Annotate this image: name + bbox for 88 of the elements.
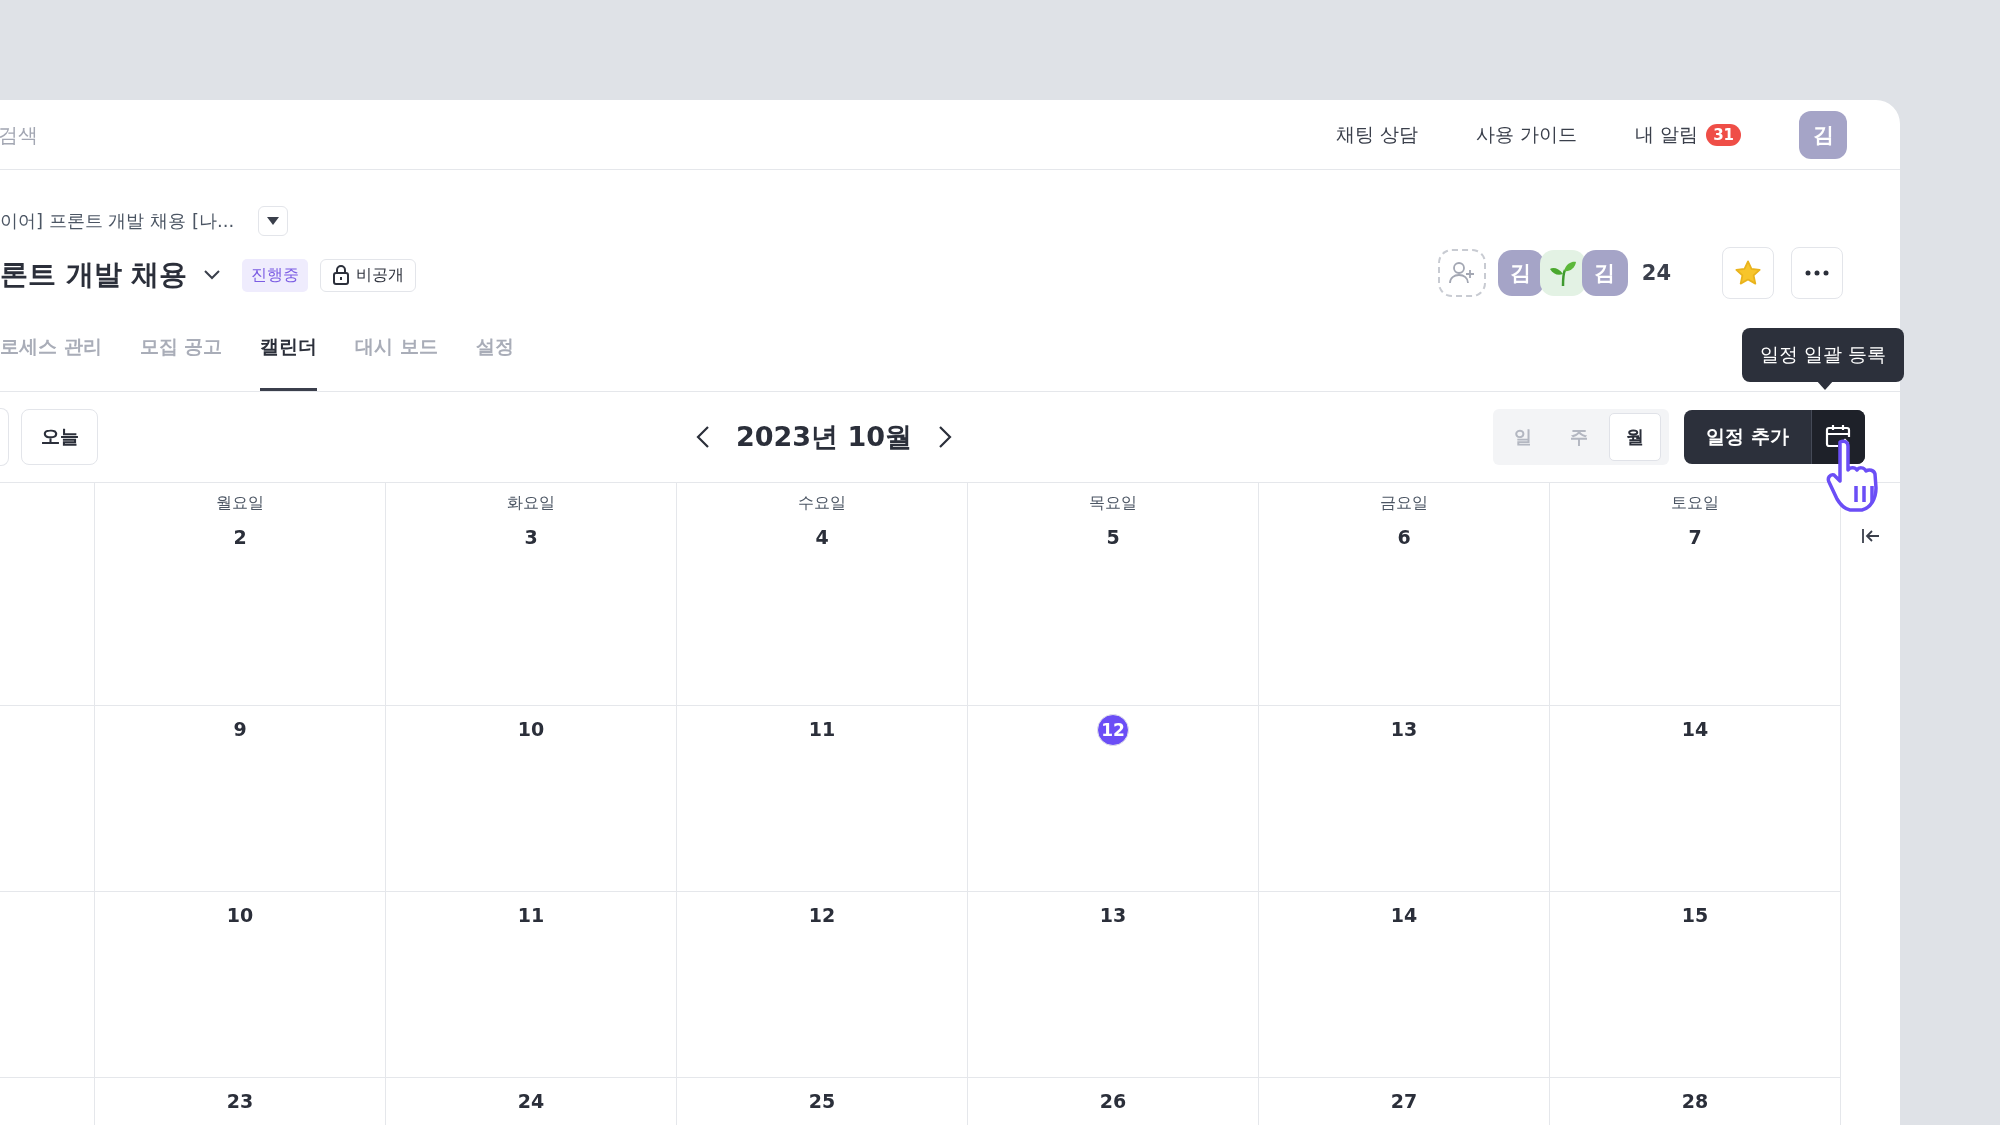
visibility-button[interactable]: 비공개 [319,258,416,292]
calendar-cell[interactable]: 10 [386,706,677,892]
calendar-cell[interactable]: 25 [677,1078,968,1125]
tooltip: 일정 일괄 등록 [1742,328,1905,382]
weekday-label: 화요일 [507,493,555,514]
bulk-upload-button[interactable] [1810,410,1865,464]
count-badge: 31 [1706,123,1741,146]
date-number[interactable]: 14 [1389,900,1419,930]
date-number[interactable]: 11 [807,714,837,744]
calendar-cell[interactable] [0,483,95,706]
today-button[interactable]: 오늘 [21,409,98,465]
member-count: 24 [1641,261,1671,285]
date-number[interactable]: 5 [1098,522,1128,552]
month-title: 2023년 10월 [736,420,913,454]
calendar-cell[interactable]: 9 [95,706,386,892]
date-number[interactable]: 6 [1389,522,1419,552]
date-number[interactable]: 26 [1098,1086,1128,1116]
date-number[interactable]: 4 [807,522,837,552]
status-badge: 진행중 [241,258,308,292]
calendar-cell[interactable]: 13 [1259,706,1550,892]
toolbar-button[interactable] [0,408,9,466]
calendar-cell[interactable]: 11 [386,892,677,1078]
nav-link[interactable]: 사용 가이드 [1476,121,1578,148]
calendar-cell[interactable]: 24 [386,1078,677,1125]
date-number[interactable]: 12 [807,900,837,930]
add-member-button[interactable] [1437,249,1486,297]
calendar-cell[interactable]: 목요일 5 [968,483,1259,706]
search-field[interactable]: 검색 [0,122,198,147]
lock-icon [331,265,350,285]
date-number[interactable]: 2 [225,522,255,552]
view-toggle[interactable]: 월 [1609,413,1661,461]
member-avatar[interactable] [1539,250,1586,296]
calendar-cell[interactable]: 월요일 2 [95,483,386,706]
weekday-label: 수요일 [798,493,846,514]
tooltip-pointer [1816,380,1834,390]
project-title: 론트 개발 채용 [0,257,188,293]
breadcrumb: 이어] 프론트 개발 채용 [나... [0,209,235,233]
calendar-cell[interactable]: 14 [1259,892,1550,1078]
calendar-cell[interactable]: 화요일 3 [386,483,677,706]
calendar-cell[interactable]: 14 [1550,706,1841,892]
date-number[interactable]: 10 [225,900,255,930]
calendar-cell[interactable]: 23 [95,1078,386,1125]
more-icon [1805,270,1829,276]
add-person-icon [1448,261,1475,285]
date-number[interactable]: 14 [1680,714,1710,744]
weekday-label: 토요일 [1671,493,1719,514]
calendar-cell[interactable]: 28 [1550,1078,1841,1125]
tab[interactable]: 캘린더 [260,309,318,391]
date-number[interactable]: 3 [516,522,546,552]
date-number[interactable]: 24 [516,1086,546,1116]
calendar-cell[interactable]: 27 [1259,1078,1550,1125]
calendar-cell[interactable]: 26 [968,1078,1259,1125]
date-number[interactable]: 15 [1680,900,1710,930]
nav-link[interactable]: 내 알림 31 [1635,121,1741,148]
date-number[interactable]: 23 [225,1086,255,1116]
date-number[interactable]: 13 [1389,714,1419,744]
calendar-cell[interactable]: 금요일 6 [1259,483,1550,706]
favorite-button[interactable] [1722,247,1774,299]
calendar-cell[interactable]: 10 [95,892,386,1078]
weekday-label: 금요일 [1380,493,1428,514]
calendar-cell[interactable]: 12 [968,706,1259,892]
weekday-label: 목요일 [1089,493,1137,514]
calendar-cell[interactable]: 13 [968,892,1259,1078]
date-number[interactable]: 10 [516,714,546,744]
date-number[interactable]: 27 [1389,1086,1419,1116]
date-number[interactable]: 28 [1680,1086,1710,1116]
weekday-label: 월요일 [216,493,264,514]
caret-down-icon [266,216,281,226]
calendar-cell[interactable]: 수요일 4 [677,483,968,706]
previous-button[interactable] [696,425,710,449]
calendar-cell[interactable] [0,706,95,892]
dropdown-button[interactable] [258,206,289,236]
calendar-upload-icon [1825,424,1852,450]
more-button[interactable] [1791,247,1843,299]
chevron-down-icon[interactable] [203,270,220,280]
collapse-icon[interactable] [1860,528,1881,544]
calendar-cell[interactable]: 12 [677,892,968,1078]
date-number[interactable]: 9 [225,714,255,744]
date-number[interactable]: 11 [516,900,546,930]
nav-link[interactable]: 채팅 상담 [1336,121,1419,148]
calendar-cell[interactable] [0,892,95,1078]
calendar-cell[interactable]: 15 [1550,892,1841,1078]
date-number[interactable]: 12 [1097,714,1129,746]
date-number[interactable]: 13 [1098,900,1128,930]
next-button[interactable] [938,425,953,449]
calendar-cell[interactable]: 11 [677,706,968,892]
date-number[interactable]: 25 [807,1086,837,1116]
date-number[interactable]: 7 [1680,522,1710,552]
